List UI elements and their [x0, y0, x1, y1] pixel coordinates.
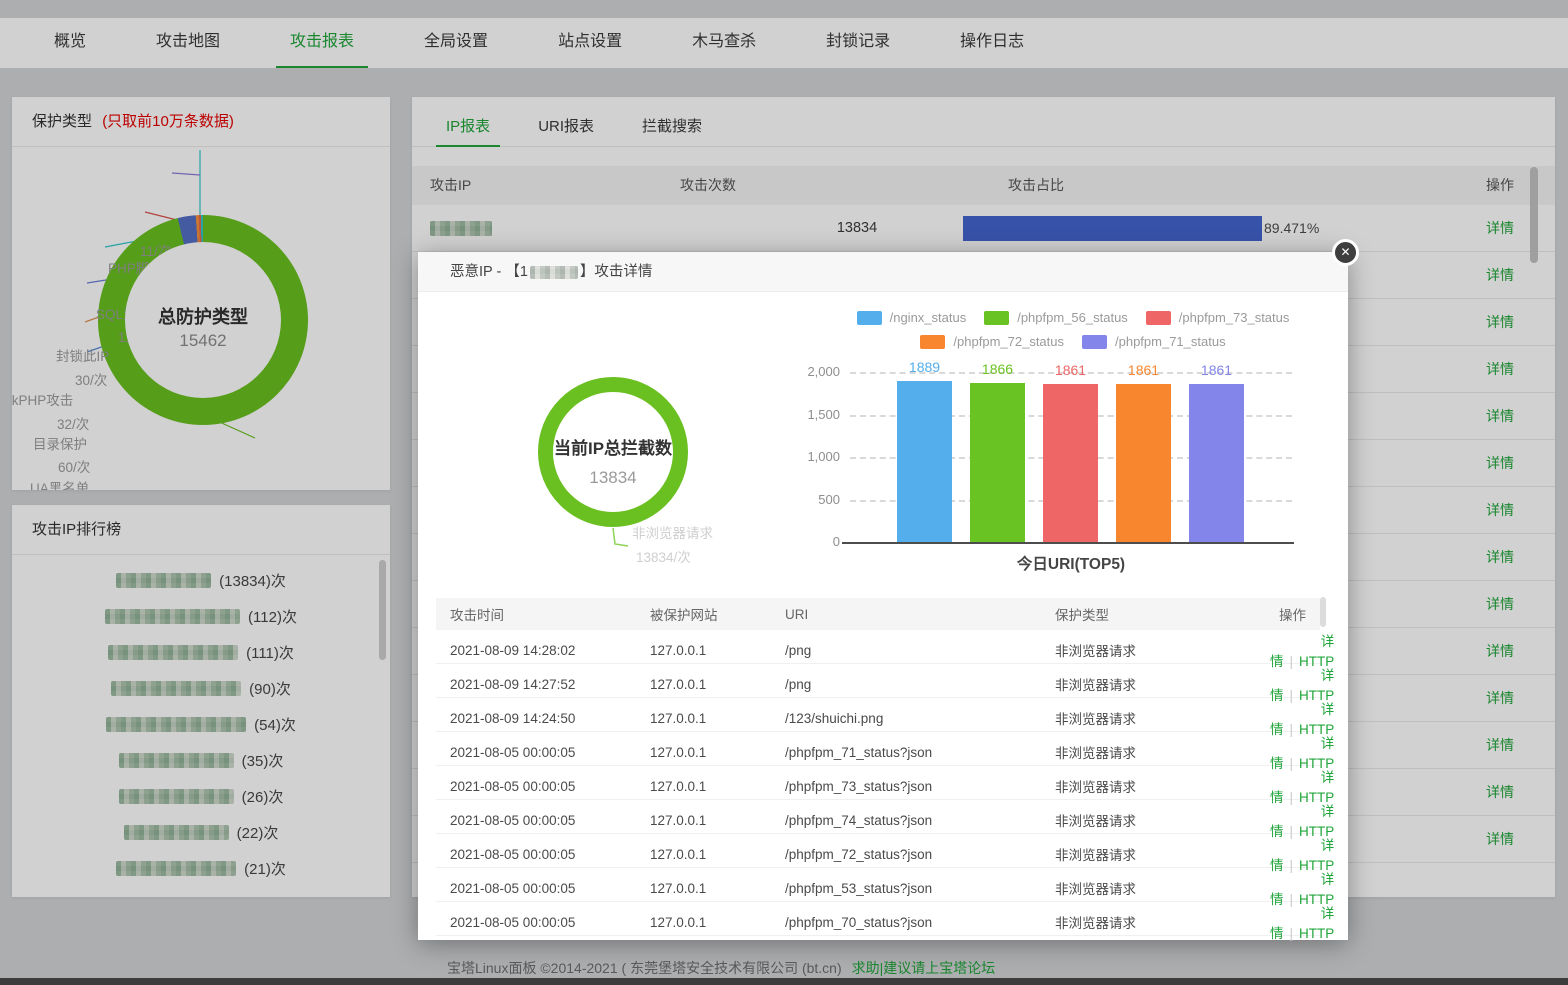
- protect-type: 非浏览器请求: [1055, 640, 1270, 660]
- protected-site: 127.0.0.1: [650, 779, 785, 794]
- attack-log-row: 2021-08-09 14:27:52127.0.0.1/png非浏览器请求详情…: [436, 664, 1320, 698]
- col-header-protected-site: 被保护网站: [650, 604, 785, 624]
- protect-type: 非浏览器请求: [1055, 742, 1270, 762]
- attack-log-rows: 2021-08-09 14:28:02127.0.0.1/png非浏览器请求详情…: [436, 630, 1320, 936]
- attack-time: 2021-08-05 00:00:05: [450, 745, 650, 760]
- protected-site: 127.0.0.1: [650, 915, 785, 930]
- attack-time: 2021-08-05 00:00:05: [450, 915, 650, 930]
- attack-log-table: 攻击时间 被保护网站 URI 保护类型 操作 2021-08-09 14:28:…: [436, 598, 1320, 936]
- attack-log-row: 2021-08-09 14:28:02127.0.0.1/png非浏览器请求详情…: [436, 630, 1320, 664]
- attack-time: 2021-08-05 00:00:05: [450, 881, 650, 896]
- uri-cell: /phpfpm_74_status?json: [785, 813, 1055, 828]
- attack-log-row: 2021-08-09 14:24:50127.0.0.1/123/shuichi…: [436, 698, 1320, 732]
- protected-site: 127.0.0.1: [650, 711, 785, 726]
- protect-type: 非浏览器请求: [1055, 912, 1270, 932]
- action-separator: |: [1290, 926, 1294, 941]
- protect-type: 非浏览器请求: [1055, 776, 1270, 796]
- col-header-uri: URI: [785, 607, 1055, 622]
- attack-time: 2021-08-05 00:00:05: [450, 779, 650, 794]
- protected-site: 127.0.0.1: [650, 881, 785, 896]
- uri-cell: /phpfpm_73_status?json: [785, 779, 1055, 794]
- uri-cell: /png: [785, 643, 1055, 658]
- attack-log-row: 2021-08-05 00:00:05127.0.0.1/phpfpm_73_s…: [436, 766, 1320, 800]
- row-actions: 详情|HTTP: [1270, 902, 1334, 942]
- attack-detail-modal: ✕ 恶意IP - 【1】攻击详情 当前IP总拦截数 13834 非浏览器请求 1…: [418, 252, 1348, 940]
- attack-time: 2021-08-09 14:27:52: [450, 677, 650, 692]
- protected-site: 127.0.0.1: [650, 813, 785, 828]
- uri-cell: /png: [785, 677, 1055, 692]
- col-header-attack-time: 攻击时间: [450, 604, 650, 624]
- attack-time: 2021-08-05 00:00:05: [450, 813, 650, 828]
- attack-log-row: 2021-08-05 00:00:05127.0.0.1/phpfpm_70_s…: [436, 902, 1320, 936]
- attack-log-row: 2021-08-05 00:00:05127.0.0.1/phpfpm_74_s…: [436, 800, 1320, 834]
- col-header-operation: 操作: [1270, 604, 1306, 624]
- uri-cell: /phpfpm_71_status?json: [785, 745, 1055, 760]
- modal-table-scrollbar[interactable]: [1320, 597, 1326, 627]
- attack-log-row: 2021-08-05 00:00:05127.0.0.1/phpfpm_71_s…: [436, 732, 1320, 766]
- attack-log-row: 2021-08-05 00:00:05127.0.0.1/phpfpm_72_s…: [436, 834, 1320, 868]
- attack-time: 2021-08-09 14:28:02: [450, 643, 650, 658]
- uri-cell: /phpfpm_72_status?json: [785, 847, 1055, 862]
- col-header-protect-type: 保护类型: [1055, 604, 1270, 624]
- protected-site: 127.0.0.1: [650, 643, 785, 658]
- attack-time: 2021-08-05 00:00:05: [450, 847, 650, 862]
- uri-cell: /123/shuichi.png: [785, 711, 1055, 726]
- ip-donut-leader-line: [418, 252, 1348, 572]
- attack-time: 2021-08-09 14:24:50: [450, 711, 650, 726]
- close-icon[interactable]: ✕: [1332, 239, 1359, 266]
- http-link[interactable]: HTTP: [1299, 926, 1334, 941]
- protected-site: 127.0.0.1: [650, 745, 785, 760]
- protect-type: 非浏览器请求: [1055, 844, 1270, 864]
- protect-type: 非浏览器请求: [1055, 878, 1270, 898]
- uri-cell: /phpfpm_53_status?json: [785, 881, 1055, 896]
- protect-type: 非浏览器请求: [1055, 810, 1270, 830]
- protect-type: 非浏览器请求: [1055, 674, 1270, 694]
- attack-log-header: 攻击时间 被保护网站 URI 保护类型 操作: [436, 598, 1320, 630]
- uri-cell: /phpfpm_70_status?json: [785, 915, 1055, 930]
- attack-log-row: 2021-08-05 00:00:05127.0.0.1/phpfpm_53_s…: [436, 868, 1320, 902]
- protected-site: 127.0.0.1: [650, 677, 785, 692]
- protected-site: 127.0.0.1: [650, 847, 785, 862]
- protect-type: 非浏览器请求: [1055, 708, 1270, 728]
